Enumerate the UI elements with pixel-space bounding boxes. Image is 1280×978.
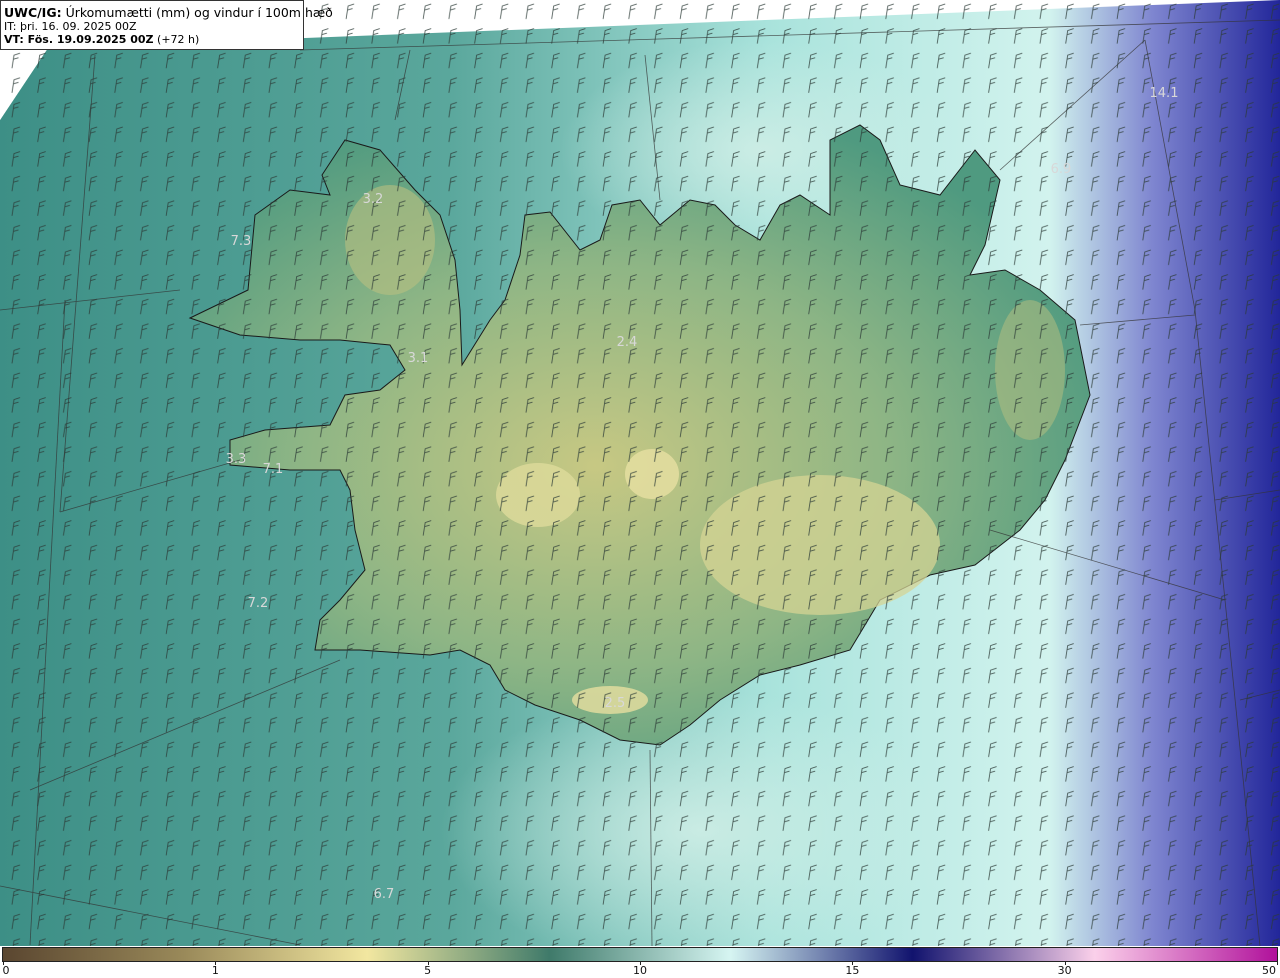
valid-time: VT: Fös. 19.09.2025 00Z	[4, 33, 154, 46]
colorbar-tick	[1277, 962, 1278, 965]
wind-barbs	[0, 0, 1280, 946]
colorbar-tick-label: 1	[211, 964, 219, 977]
value-label: 14.1	[1150, 86, 1179, 101]
value-label: 6.7	[374, 887, 395, 902]
model-name: UWC/IG:	[4, 5, 62, 20]
colorbar-tick-label: 15	[845, 964, 860, 977]
colorbar-tick-label: 10	[633, 964, 647, 977]
map-viewer: 14.1 6.9 3.2 7.3 3.1 2.4 3.3 7.1 7.2 2.5…	[0, 0, 1280, 978]
colorbar-tick-label: 30	[1057, 964, 1072, 977]
colorbar-tick-label: 5	[424, 964, 432, 977]
value-label: 7.3	[231, 234, 252, 249]
value-label: 3.3	[226, 452, 247, 467]
value-label: 7.1	[263, 462, 284, 477]
precipitable-water-map: 14.1 6.9 3.2 7.3 3.1 2.4 3.3 7.1 7.2 2.5…	[0, 0, 1280, 946]
value-label: 2.5	[605, 696, 626, 711]
value-label: 3.1	[408, 351, 429, 366]
field-description: Úrkomumætti (mm) og vindur í 100m hæð	[65, 5, 333, 20]
colorbar-tick-label: 0	[2, 964, 10, 977]
value-label: 7.2	[248, 596, 269, 611]
value-label: 6.9	[1051, 162, 1072, 177]
colorbar-strip	[2, 947, 1278, 962]
lead-time: (+72 h)	[157, 33, 200, 46]
colorbar-tick-label: 50	[1262, 964, 1276, 977]
title-box: UWC/IG: Úrkomumætti (mm) og vindur í 100…	[0, 0, 333, 50]
initial-time: IT: þri. 16. 09. 2025 00Z	[4, 20, 137, 33]
colorbar: 0 1 5 10 15 30 50	[0, 946, 1280, 978]
value-label: 3.2	[363, 192, 384, 207]
value-label: 2.4	[617, 335, 638, 350]
